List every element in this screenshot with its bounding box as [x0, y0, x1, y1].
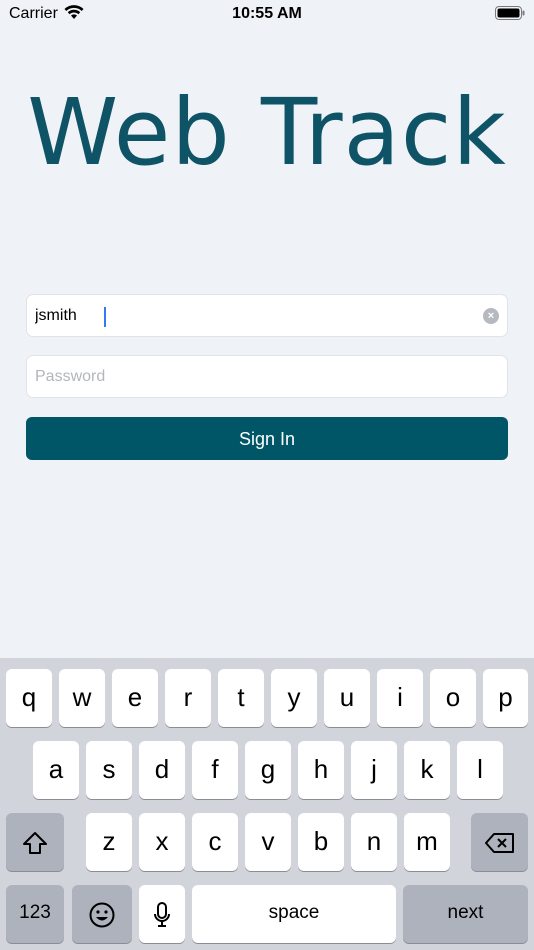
keyboard: q w e r t y u i o p a s d f g h j k l z …	[0, 658, 534, 950]
microphone-icon	[154, 902, 170, 928]
space-key[interactable]: space	[192, 885, 396, 943]
key-c[interactable]: c	[192, 813, 238, 871]
key-r[interactable]: r	[165, 669, 211, 727]
app-title: Web Track	[27, 79, 507, 186]
key-m[interactable]: m	[404, 813, 450, 871]
key-v[interactable]: v	[245, 813, 291, 871]
battery-icon	[495, 6, 525, 20]
numbers-key[interactable]: 123	[6, 885, 64, 943]
emoji-key[interactable]	[72, 885, 132, 943]
key-l[interactable]: l	[457, 741, 503, 799]
key-y[interactable]: y	[271, 669, 317, 727]
key-s[interactable]: s	[86, 741, 132, 799]
status-bar: Carrier 10:55 AM	[0, 0, 534, 28]
key-z[interactable]: z	[86, 813, 132, 871]
clear-text-icon[interactable]: ×	[483, 308, 499, 324]
sign-in-button[interactable]: Sign In	[26, 417, 508, 460]
key-h[interactable]: h	[298, 741, 344, 799]
backspace-icon	[484, 833, 514, 854]
emoji-icon	[89, 902, 115, 928]
dictation-key[interactable]	[139, 885, 185, 943]
username-input[interactable]	[27, 295, 475, 336]
shift-key[interactable]	[6, 813, 64, 871]
next-key[interactable]: next	[403, 885, 528, 943]
key-w[interactable]: w	[59, 669, 105, 727]
password-input[interactable]	[27, 356, 475, 397]
key-o[interactable]: o	[430, 669, 476, 727]
key-k[interactable]: k	[404, 741, 450, 799]
clock: 10:55 AM	[232, 5, 302, 22]
key-g[interactable]: g	[245, 741, 291, 799]
key-d[interactable]: d	[139, 741, 185, 799]
key-e[interactable]: e	[112, 669, 158, 727]
key-t[interactable]: t	[218, 669, 264, 727]
key-q[interactable]: q	[6, 669, 52, 727]
password-field[interactable]	[26, 355, 508, 398]
text-cursor	[104, 307, 106, 327]
key-n[interactable]: n	[351, 813, 397, 871]
shift-icon	[23, 832, 47, 855]
key-u[interactable]: u	[324, 669, 370, 727]
key-b[interactable]: b	[298, 813, 344, 871]
key-j[interactable]: j	[351, 741, 397, 799]
key-x[interactable]: x	[139, 813, 185, 871]
key-f[interactable]: f	[192, 741, 238, 799]
key-p[interactable]: p	[483, 669, 528, 727]
delete-key[interactable]	[471, 813, 528, 871]
username-field[interactable]: ×	[26, 294, 508, 337]
key-i[interactable]: i	[377, 669, 423, 727]
key-a[interactable]: a	[33, 741, 79, 799]
